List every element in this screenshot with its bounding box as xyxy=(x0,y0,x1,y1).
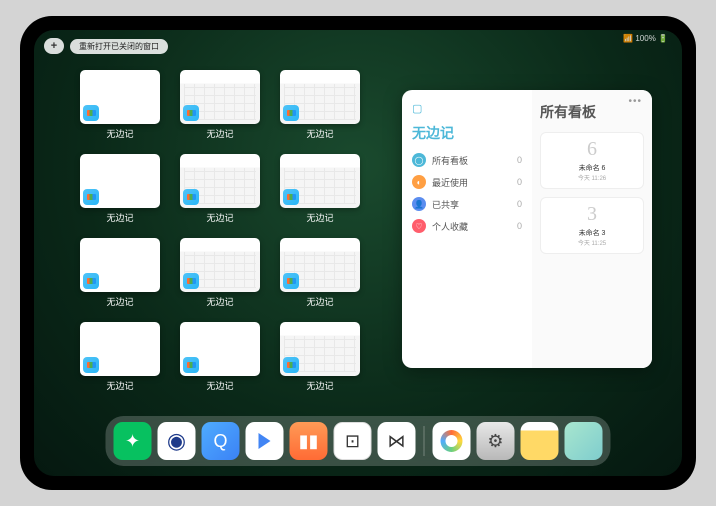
more-icon[interactable]: ••• xyxy=(628,96,642,107)
dock-play[interactable] xyxy=(246,422,284,460)
window-thumb[interactable]: 无边记 xyxy=(78,154,162,224)
card-name: 未命名 6 xyxy=(547,163,637,173)
thumb-label: 无边记 xyxy=(206,127,233,140)
row-icon: ♡ xyxy=(412,219,426,233)
board-card[interactable]: 6 未命名 6今天 11:26 xyxy=(540,132,644,189)
app-icon xyxy=(183,273,199,289)
thumb-label: 无边记 xyxy=(306,211,333,224)
panel-left: ▢ 无边记 ◯ 所有看板 0 ◐ 最近使用 0 👤 已共享 0 ♡ 个人收藏 0 xyxy=(402,90,532,368)
board-card[interactable]: 3 未命名 3今天 11:25 xyxy=(540,197,644,254)
sketch-icon: 6 xyxy=(547,139,637,159)
row-icon: 👤 xyxy=(412,197,426,211)
dock-dice[interactable]: ⊡ xyxy=(334,422,372,460)
status-bar: 📶 100% 🔋 xyxy=(623,34,668,43)
sketch-icon: 3 xyxy=(547,204,637,224)
window-thumb[interactable]: 无边记 xyxy=(278,154,362,224)
freeform-panel[interactable]: ••• ▢ 无边记 ◯ 所有看板 0 ◐ 最近使用 0 👤 已共享 0 ♡ 个人收藏 0 所有看板 6… xyxy=(402,90,652,368)
sidebar-row[interactable]: ◐ 最近使用 0 xyxy=(412,175,522,189)
window-thumb[interactable]: 无边记 xyxy=(278,70,362,140)
tablet-frame: 📶 100% 🔋 + 重新打开已关闭的窗口 无边记无边记无边记无边记无边记无边记… xyxy=(20,16,696,490)
window-thumb[interactable]: 无边记 xyxy=(178,322,262,392)
dock-connect[interactable]: ⋈ xyxy=(378,422,416,460)
thumb-label: 无边记 xyxy=(306,379,333,392)
card-date: 今天 11:26 xyxy=(547,173,637,182)
sidebar-row[interactable]: ◯ 所有看板 0 xyxy=(412,153,522,167)
top-bar: + 重新打开已关闭的窗口 xyxy=(44,38,168,54)
app-icon xyxy=(283,273,299,289)
app-icon xyxy=(283,357,299,373)
thumb-label: 无边记 xyxy=(206,379,233,392)
row-count: 0 xyxy=(517,221,522,231)
app-icon xyxy=(183,189,199,205)
thumb-label: 无边记 xyxy=(106,295,133,308)
row-label: 已共享 xyxy=(432,198,459,211)
app-icon xyxy=(283,189,299,205)
window-thumb[interactable]: 无边记 xyxy=(78,70,162,140)
reopen-pill[interactable]: 重新打开已关闭的窗口 xyxy=(70,39,168,54)
thumb-label: 无边记 xyxy=(106,127,133,140)
row-icon: ◐ xyxy=(412,175,426,189)
window-thumb[interactable]: 无边记 xyxy=(178,238,262,308)
dock-settings[interactable]: ⚙ xyxy=(477,422,515,460)
dock-freeform[interactable] xyxy=(433,422,471,460)
app-icon xyxy=(183,357,199,373)
panel-icon: ▢ xyxy=(412,102,522,115)
panel-title-left: 无边记 xyxy=(412,123,522,143)
window-thumb[interactable]: 无边记 xyxy=(278,322,362,392)
card-name: 未命名 3 xyxy=(547,228,637,238)
dock-browser[interactable]: Q xyxy=(202,422,240,460)
thumb-label: 无边记 xyxy=(306,295,333,308)
dock-notes[interactable] xyxy=(521,422,559,460)
panel-right: 所有看板 6未命名 6今天 11:263未命名 3今天 11:25 xyxy=(532,90,652,368)
thumb-label: 无边记 xyxy=(106,379,133,392)
thumb-label: 无边记 xyxy=(206,295,233,308)
thumb-label: 无边记 xyxy=(306,127,333,140)
dock-books[interactable]: ▮▮ xyxy=(290,422,328,460)
thumb-label: 无边记 xyxy=(106,211,133,224)
row-count: 0 xyxy=(517,155,522,165)
window-grid: 无边记无边记无边记无边记无边记无边记无边记无边记无边记无边记无边记无边记 xyxy=(78,70,362,392)
window-thumb[interactable]: 无边记 xyxy=(78,238,162,308)
dock-divider xyxy=(424,426,425,456)
app-icon xyxy=(83,189,99,205)
row-label: 所有看板 xyxy=(432,154,468,167)
row-label: 最近使用 xyxy=(432,176,468,189)
dock-quark[interactable]: ◉ xyxy=(158,422,196,460)
window-thumb[interactable]: 无边记 xyxy=(178,154,262,224)
app-icon xyxy=(83,273,99,289)
new-window-button[interactable]: + xyxy=(44,38,64,54)
sidebar-row[interactable]: 👤 已共享 0 xyxy=(412,197,522,211)
dock-library[interactable] xyxy=(565,422,603,460)
row-label: 个人收藏 xyxy=(432,220,468,233)
dock: ✦◉Q ▮▮⊡⋈ ⚙ xyxy=(106,416,611,466)
card-date: 今天 11:25 xyxy=(547,238,637,247)
app-icon xyxy=(83,357,99,373)
row-count: 0 xyxy=(517,199,522,209)
window-thumb[interactable]: 无边记 xyxy=(278,238,362,308)
thumb-label: 无边记 xyxy=(206,211,233,224)
app-icon xyxy=(183,105,199,121)
dock-wechat[interactable]: ✦ xyxy=(114,422,152,460)
sidebar-row[interactable]: ♡ 个人收藏 0 xyxy=(412,219,522,233)
window-thumb[interactable]: 无边记 xyxy=(78,322,162,392)
app-icon xyxy=(83,105,99,121)
app-icon xyxy=(283,105,299,121)
screen: 📶 100% 🔋 + 重新打开已关闭的窗口 无边记无边记无边记无边记无边记无边记… xyxy=(34,30,682,476)
row-icon: ◯ xyxy=(412,153,426,167)
row-count: 0 xyxy=(517,177,522,187)
window-thumb[interactable]: 无边记 xyxy=(178,70,262,140)
